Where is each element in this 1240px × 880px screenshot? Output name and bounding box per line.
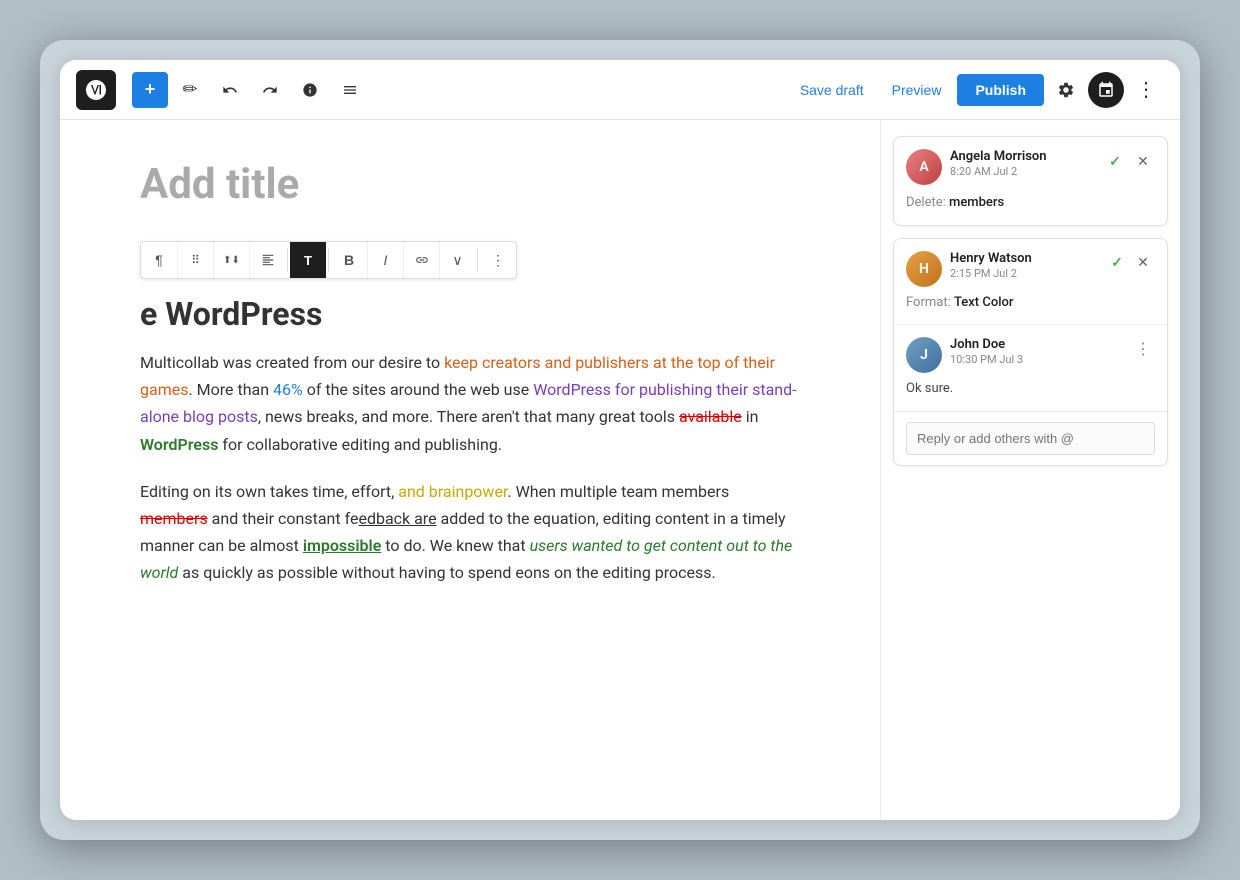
editor-content[interactable]: Multicollab was created from our desire … xyxy=(140,349,800,587)
avatar-john: J xyxy=(906,337,942,373)
avatar-angela: A xyxy=(906,149,942,185)
save-draft-button[interactable]: Save draft xyxy=(788,74,876,106)
comment-1-value: members xyxy=(949,195,1004,210)
comment-1-body: Delete: members xyxy=(906,193,1155,213)
paragraph-1: Multicollab was created from our desire … xyxy=(140,349,800,458)
henry-header: H Henry Watson 2:15 PM Jul 2 ✓ ✕ xyxy=(906,251,1155,287)
p1-percent: 46% xyxy=(273,380,303,399)
redo-button[interactable] xyxy=(252,72,288,108)
heading-partial-text: e WordPress xyxy=(140,295,322,333)
p1-after-strike: in xyxy=(742,407,759,426)
comment-1-author: Angela Morrison xyxy=(950,149,1095,164)
undo-button[interactable] xyxy=(212,72,248,108)
tools-button[interactable]: ✏ xyxy=(172,72,208,108)
henry-author: Henry Watson xyxy=(950,251,1097,266)
p2-red-strike: members xyxy=(140,509,208,528)
align-button[interactable] xyxy=(249,242,285,278)
comment-1-actions: ✓ ✕ xyxy=(1103,149,1155,173)
p2-green-ul: impossible xyxy=(303,536,381,555)
john-author: John Doe xyxy=(950,337,1123,352)
editor-title[interactable]: Add title xyxy=(140,160,800,209)
comment-1-meta: Angela Morrison 8:20 AM Jul 2 xyxy=(950,149,1095,178)
more-formats-button[interactable]: ∨ xyxy=(439,242,475,278)
comment-1-close-button[interactable]: ✕ xyxy=(1131,149,1155,173)
p2-after-impossible: to do. We knew that xyxy=(381,536,529,555)
p1-strike: available xyxy=(679,407,742,426)
comment-1-label: Delete: xyxy=(906,195,949,210)
p1-after-link: . More than xyxy=(188,380,273,399)
john-body: Ok sure. xyxy=(906,379,1155,399)
paragraph-button[interactable]: ¶ xyxy=(141,242,177,278)
thread-comment-henry: H Henry Watson 2:15 PM Jul 2 ✓ ✕ For xyxy=(894,239,1167,325)
p2-underline: edback are xyxy=(358,509,436,528)
henry-time: 2:15 PM Jul 2 xyxy=(950,267,1097,280)
add-block-button[interactable]: + xyxy=(132,72,168,108)
p1-wp: WordPress xyxy=(140,435,218,454)
bold-button[interactable]: B xyxy=(331,242,367,278)
john-actions: ⋮ xyxy=(1131,337,1155,361)
drag-handle[interactable]: ⠿ xyxy=(177,242,213,278)
preview-button[interactable]: Preview xyxy=(880,74,954,106)
henry-actions: ✓ ✕ xyxy=(1105,251,1155,275)
link-button[interactable] xyxy=(403,242,439,278)
john-dots-button[interactable]: ⋮ xyxy=(1131,337,1155,361)
john-meta: John Doe 10:30 PM Jul 3 xyxy=(950,337,1123,366)
comment-card-1: A Angela Morrison 8:20 AM Jul 2 ✓ ✕ Dele… xyxy=(893,136,1168,226)
italic-button[interactable]: I xyxy=(367,242,403,278)
publish-button[interactable]: Publish xyxy=(957,74,1044,106)
pin-button[interactable] xyxy=(1088,72,1124,108)
block-more-button[interactable]: ⋮ xyxy=(480,242,516,278)
comment-1-header: A Angela Morrison 8:20 AM Jul 2 ✓ ✕ xyxy=(906,149,1155,185)
comment-thread: H Henry Watson 2:15 PM Jul 2 ✓ ✕ For xyxy=(893,238,1168,466)
wp-logo xyxy=(76,70,116,110)
john-time: 10:30 PM Jul 3 xyxy=(950,353,1123,366)
p2-after-yellow: . When multiple team members xyxy=(507,482,729,501)
p1-after-percent: of the sites around the web use xyxy=(303,380,533,399)
app-window: + ✏ Save draft Preview Publish xyxy=(40,40,1200,840)
henry-check-button[interactable]: ✓ xyxy=(1105,251,1129,275)
comments-panel: A Angela Morrison 8:20 AM Jul 2 ✓ ✕ Dele… xyxy=(880,120,1180,820)
move-up-down-button[interactable]: ⬆⬇ xyxy=(213,242,249,278)
more-options-button[interactable]: ⋮ xyxy=(1128,72,1164,108)
henry-label: Format: xyxy=(906,295,954,310)
p2-after-italic: as quickly as possible without having to… xyxy=(178,563,715,582)
main-area: Add title ¶ ⠿ ⬆⬇ T B I xyxy=(60,120,1180,820)
p2-yellow: and brainpower xyxy=(398,482,507,501)
reply-input[interactable] xyxy=(906,422,1155,455)
henry-close-button[interactable]: ✕ xyxy=(1131,251,1155,275)
heading-partial-container: e WordPress xyxy=(140,295,800,333)
text-type-button[interactable]: T xyxy=(290,242,326,278)
p2-before-yellow: Editing on its own takes time, effort, xyxy=(140,482,398,501)
settings-button[interactable] xyxy=(1048,72,1084,108)
comment-1-time: 8:20 AM Jul 2 xyxy=(950,165,1095,178)
info-button[interactable] xyxy=(292,72,328,108)
block-toolbar: ¶ ⠿ ⬆⬇ T B I ∨ ⋮ xyxy=(140,241,517,279)
henry-body: Format: Text Color xyxy=(906,293,1155,313)
p1-after-purple: , news breaks, and more. There aren't th… xyxy=(258,407,679,426)
list-view-button[interactable] xyxy=(332,72,368,108)
henry-meta: Henry Watson 2:15 PM Jul 2 xyxy=(950,251,1097,280)
editor-window: + ✏ Save draft Preview Publish xyxy=(60,60,1180,820)
henry-value: Text Color xyxy=(954,295,1014,310)
paragraph-2: Editing on its own takes time, effort, a… xyxy=(140,478,800,587)
wp-logo-icon xyxy=(84,78,108,102)
comment-1-check-button[interactable]: ✓ xyxy=(1103,149,1127,173)
p1-before-link: Multicollab was created from our desire … xyxy=(140,353,444,372)
avatar-henry: H xyxy=(906,251,942,287)
john-header: J John Doe 10:30 PM Jul 3 ⋮ xyxy=(906,337,1155,373)
p1-after-wp: for collaborative editing and publishing… xyxy=(218,435,502,454)
editor-area[interactable]: Add title ¶ ⠿ ⬆⬇ T B I xyxy=(60,120,880,820)
thread-comment-john: J John Doe 10:30 PM Jul 3 ⋮ Ok sure. xyxy=(894,324,1167,411)
p2-after-members: and their constant fe xyxy=(208,509,359,528)
reply-input-row xyxy=(894,411,1167,465)
toolbar: + ✏ Save draft Preview Publish xyxy=(60,60,1180,120)
